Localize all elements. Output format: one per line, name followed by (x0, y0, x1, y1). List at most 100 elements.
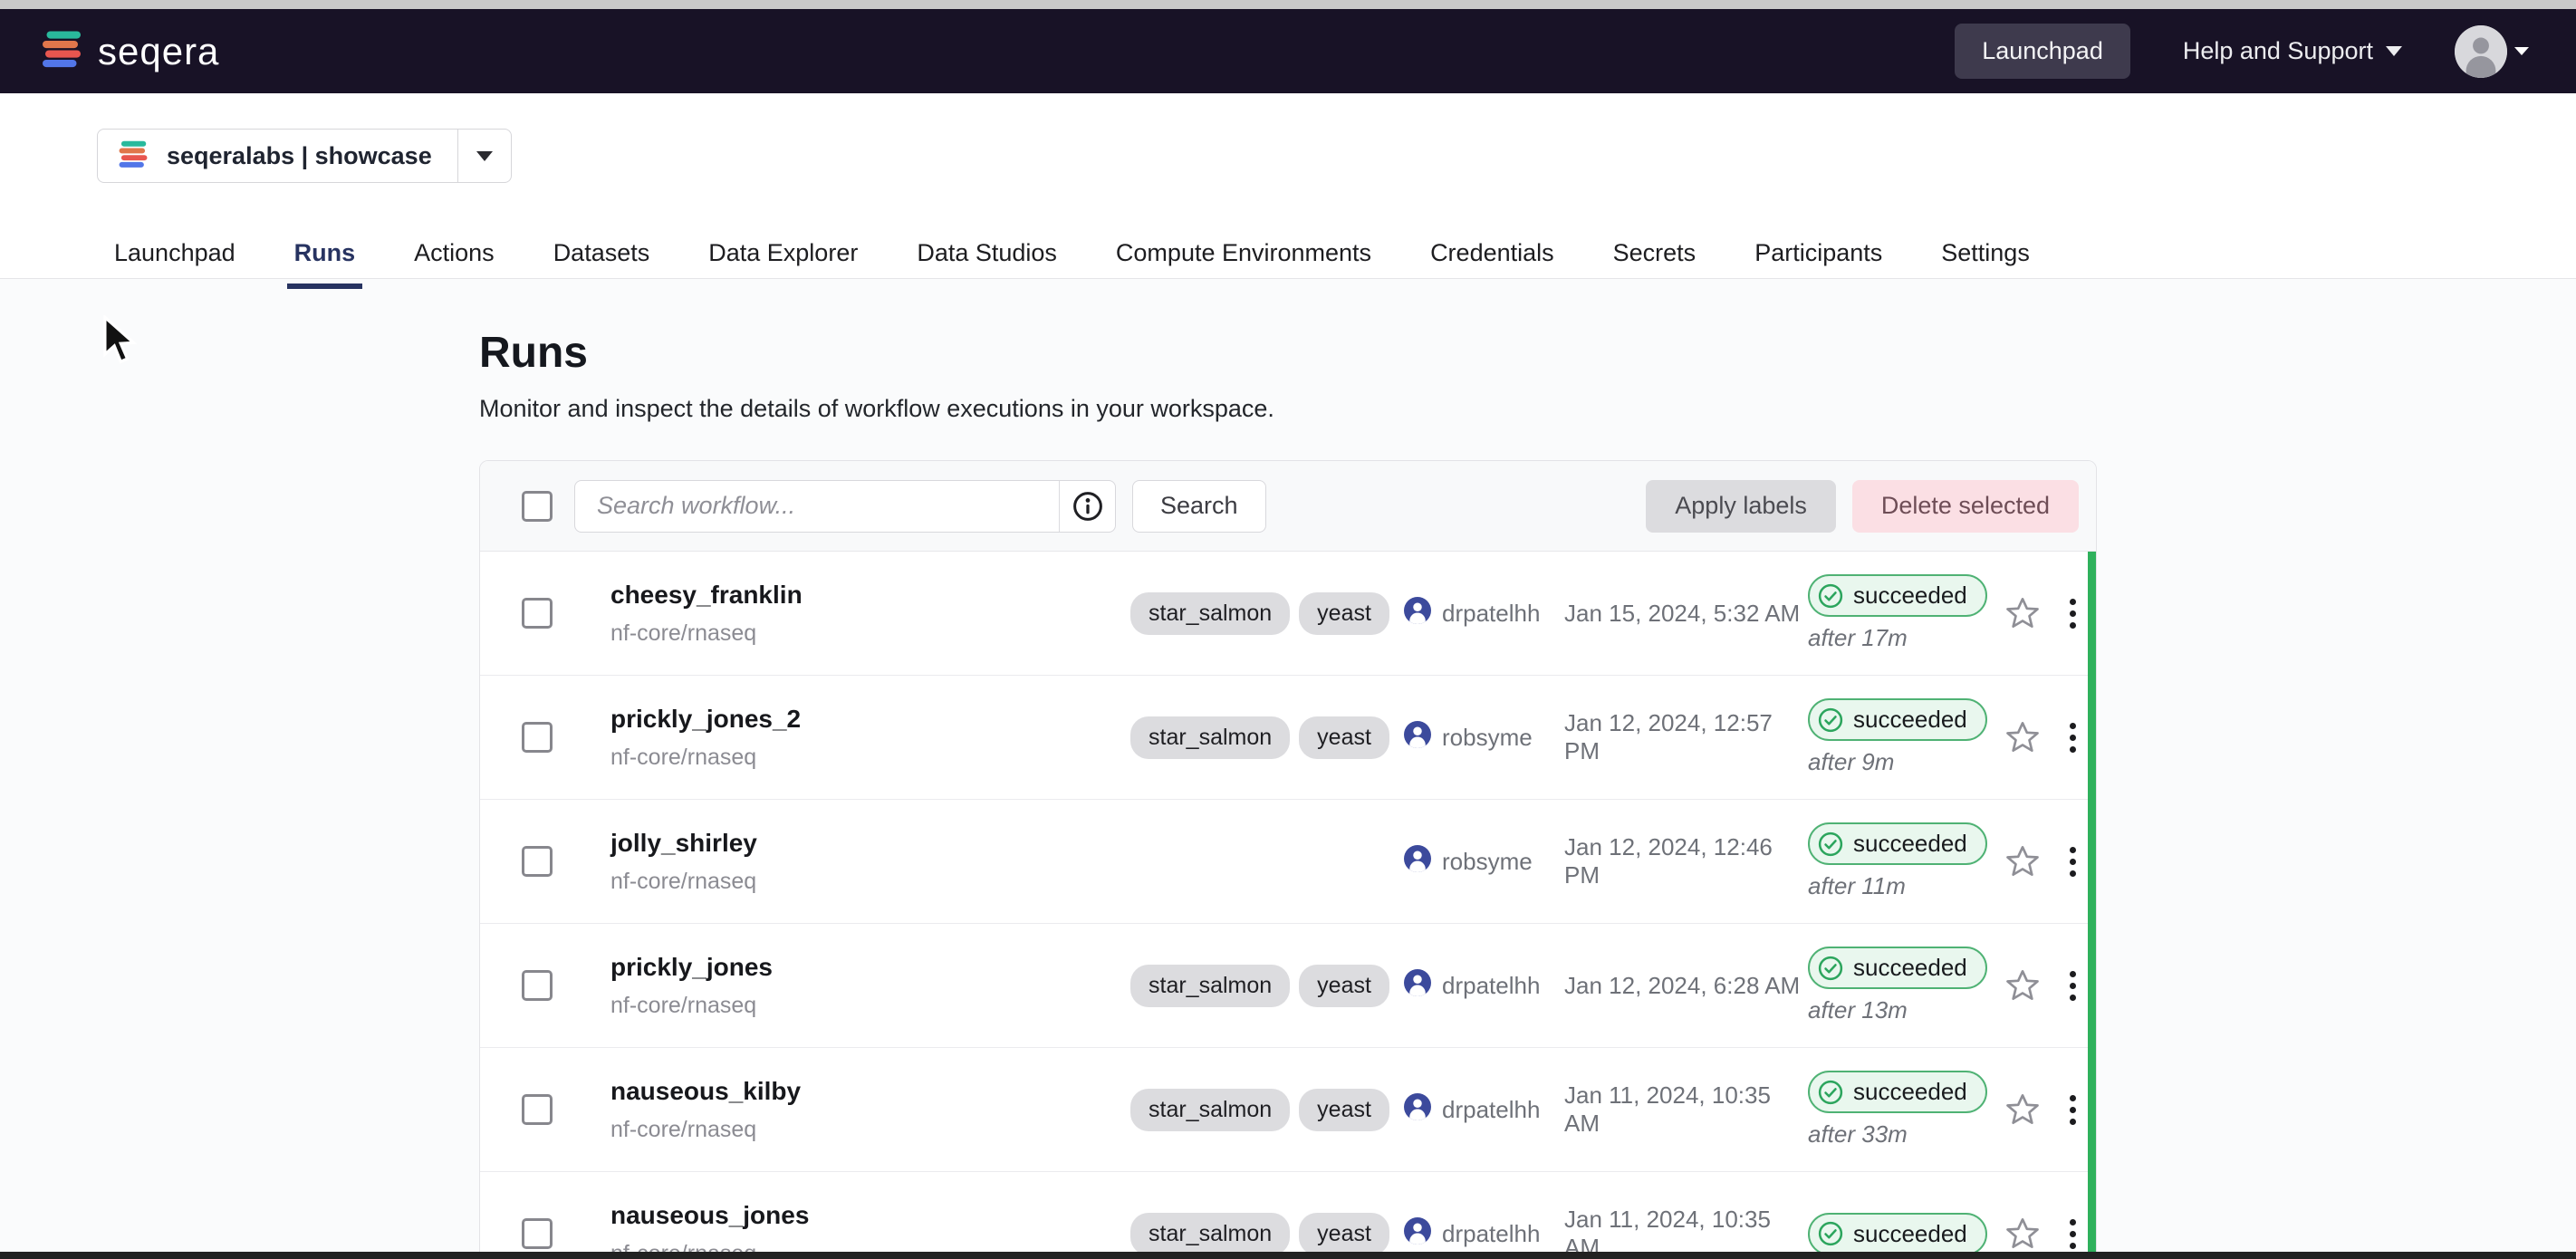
star-icon[interactable] (2004, 843, 2041, 879)
seqera-brand[interactable]: seqera (40, 27, 219, 75)
run-name-cell: nauseous_jones nf-core/rnaseq (610, 1201, 1130, 1253)
search-info-icon[interactable] (1059, 481, 1115, 532)
status-label: succeeded (1853, 830, 1967, 858)
search-button[interactable]: Search (1132, 480, 1266, 533)
kebab-menu-icon[interactable] (2064, 593, 2081, 634)
run-name-cell: jolly_shirley nf-core/rnaseq (610, 829, 1130, 895)
run-duration: after 17m (1808, 624, 1908, 652)
tab-participants[interactable]: Participants (1747, 239, 1889, 289)
row-checkbox[interactable] (522, 598, 553, 629)
workspace-selector[interactable]: seqeralabs | showcase (97, 129, 512, 183)
tab-runs[interactable]: Runs (287, 239, 363, 289)
table-row[interactable]: nauseous_kilby nf-core/rnaseq star_salmo… (480, 1048, 2096, 1172)
runs-table-card: Search Apply labels Delete selected chee… (479, 460, 2097, 1252)
run-labels: star_salmonyeast (1130, 965, 1404, 1007)
tab-secrets[interactable]: Secrets (1606, 239, 1704, 289)
status-label: succeeded (1853, 581, 1967, 610)
star-icon[interactable] (2004, 595, 2041, 631)
row-checkbox-cell (522, 846, 610, 877)
kebab-menu-icon[interactable] (2064, 717, 2081, 758)
star-icon[interactable] (2004, 719, 2041, 755)
row-checkbox[interactable] (522, 1094, 553, 1125)
table-scrollbar[interactable] (2088, 552, 2096, 1252)
tab-launchpad[interactable]: Launchpad (107, 239, 243, 289)
label-pill: yeast (1299, 716, 1389, 759)
run-user: drpatelhh (1404, 969, 1564, 1003)
status-badge: succeeded (1808, 1071, 1987, 1113)
table-row[interactable]: prickly_jones_2 nf-core/rnaseq star_salm… (480, 676, 2096, 800)
launchpad-button[interactable]: Launchpad (1955, 24, 2130, 79)
status-badge: succeeded (1808, 698, 1987, 741)
row-checkbox-cell (522, 598, 610, 629)
check-circle-icon (1817, 1079, 1844, 1106)
tab-data-studios[interactable]: Data Studios (909, 239, 1064, 289)
run-name-link[interactable]: nauseous_kilby (610, 1077, 1130, 1106)
table-row[interactable]: jolly_shirley nf-core/rnaseq robsyme Jan… (480, 800, 2096, 924)
table-row[interactable]: cheesy_franklin nf-core/rnaseq star_salm… (480, 552, 2096, 676)
window-top-edge (0, 0, 2576, 9)
check-circle-icon (1817, 582, 1844, 610)
run-date: Jan 15, 2024, 5:32 AM (1564, 600, 1808, 628)
search-input[interactable] (575, 481, 1059, 532)
run-name-link[interactable]: prickly_jones (610, 953, 1130, 982)
select-all-checkbox[interactable] (522, 491, 553, 522)
run-pipeline: nf-core/rnaseq (610, 1117, 1130, 1143)
run-status-cell: succeeded after 13m (1808, 947, 1996, 1024)
label-pill: yeast (1299, 1213, 1389, 1253)
apply-labels-button[interactable]: Apply labels (1646, 480, 1836, 533)
status-label: succeeded (1853, 954, 1967, 982)
user-avatar-menu[interactable] (2455, 25, 2529, 78)
run-labels: star_salmonyeast (1130, 592, 1404, 635)
star-icon[interactable] (2004, 1091, 2041, 1128)
run-labels: star_salmonyeast (1130, 1213, 1404, 1253)
run-name-link[interactable]: cheesy_franklin (610, 581, 1130, 610)
run-name-link[interactable]: prickly_jones_2 (610, 705, 1130, 734)
star-icon[interactable] (2004, 1216, 2041, 1252)
status-label: succeeded (1853, 706, 1967, 734)
avatar (2455, 25, 2507, 78)
status-badge: succeeded (1808, 1213, 1987, 1253)
tab-settings[interactable]: Settings (1934, 239, 2037, 289)
star-icon[interactable] (2004, 967, 2041, 1004)
run-user: drpatelhh (1404, 597, 1564, 630)
status-badge: succeeded (1808, 574, 1987, 617)
tab-actions[interactable]: Actions (407, 239, 502, 289)
tab-data-explorer[interactable]: Data Explorer (701, 239, 865, 289)
workspace-icon (116, 137, 150, 176)
brand-wordmark: seqera (98, 30, 219, 73)
run-duration: after 13m (1808, 996, 1908, 1024)
kebab-menu-icon[interactable] (2064, 966, 2081, 1006)
run-labels: star_salmonyeast (1130, 1089, 1404, 1131)
run-user: drpatelhh (1404, 1217, 1564, 1251)
runs-toolbar: Search Apply labels Delete selected (480, 461, 2096, 552)
run-pipeline: nf-core/rnaseq (610, 869, 1130, 895)
workspace-selector-toggle[interactable] (457, 130, 511, 182)
help-and-support-menu[interactable]: Help and Support (2183, 37, 2402, 65)
table-row[interactable]: nauseous_jones nf-core/rnaseq star_salmo… (480, 1172, 2096, 1252)
row-checkbox[interactable] (522, 846, 553, 877)
kebab-menu-icon[interactable] (2064, 1214, 2081, 1253)
chevron-down-icon (476, 151, 493, 161)
kebab-menu-icon[interactable] (2064, 841, 2081, 882)
tab-compute-environments[interactable]: Compute Environments (1109, 239, 1379, 289)
kebab-menu-icon[interactable] (2064, 1090, 2081, 1130)
run-name-link[interactable]: nauseous_jones (610, 1201, 1130, 1230)
table-row[interactable]: prickly_jones nf-core/rnaseq star_salmon… (480, 924, 2096, 1048)
tab-datasets[interactable]: Datasets (546, 239, 658, 289)
run-name-link[interactable]: jolly_shirley (610, 829, 1130, 858)
user-name: drpatelhh (1442, 1096, 1540, 1124)
run-user: robsyme (1404, 721, 1564, 754)
run-name-cell: cheesy_franklin nf-core/rnaseq (610, 581, 1130, 647)
row-checkbox[interactable] (522, 1218, 553, 1249)
workspace-subheader: seqeralabs | showcase LaunchpadRunsActio… (0, 93, 2576, 279)
delete-selected-button[interactable]: Delete selected (1852, 480, 2079, 533)
label-pill: star_salmon (1130, 965, 1290, 1007)
search-input-group (574, 480, 1116, 533)
row-checkbox[interactable] (522, 970, 553, 1001)
run-pipeline: nf-core/rnaseq (610, 1241, 1130, 1253)
user-name: drpatelhh (1442, 1220, 1540, 1248)
user-name: robsyme (1442, 724, 1533, 752)
tab-credentials[interactable]: Credentials (1423, 239, 1562, 289)
row-checkbox[interactable] (522, 722, 553, 753)
run-status-cell: succeeded (1808, 1213, 1996, 1253)
